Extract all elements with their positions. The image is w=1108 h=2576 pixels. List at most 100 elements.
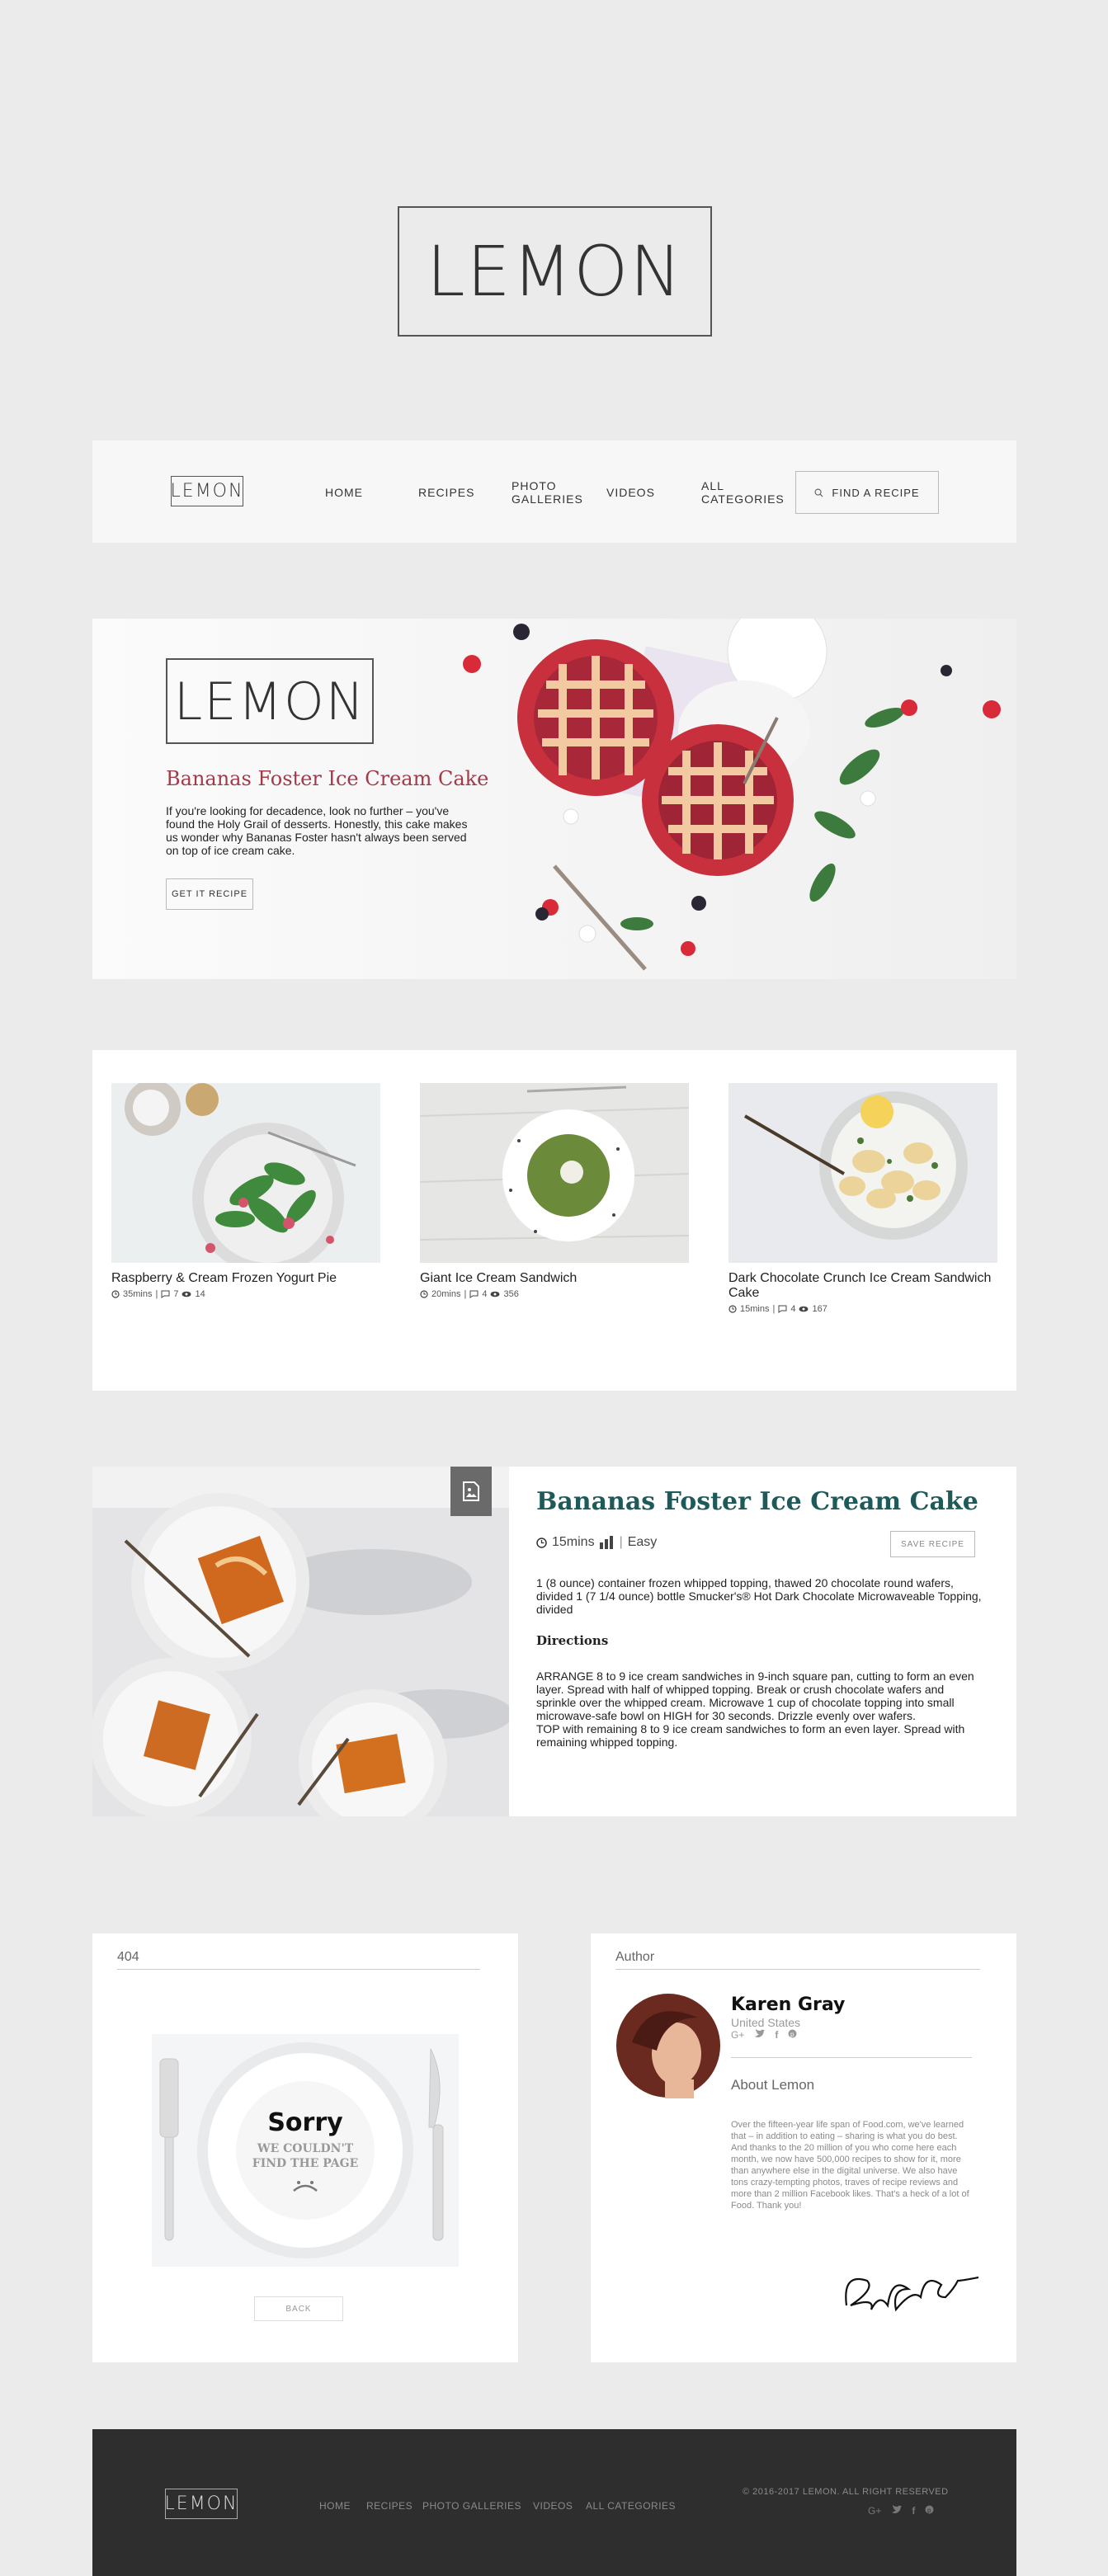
clock-icon xyxy=(536,1537,547,1548)
recipe-card[interactable]: Giant Ice Cream Sandwich 20mins | 4 356 xyxy=(420,1083,689,1299)
clock-icon xyxy=(728,1305,737,1313)
divider xyxy=(117,1969,480,1970)
svg-text:p: p xyxy=(927,2507,931,2514)
twitter-icon[interactable] xyxy=(754,2029,766,2038)
sorry-heading: Sorry xyxy=(267,2108,343,2137)
card-comments: 4 xyxy=(482,1289,488,1299)
about-text: Over the fifteen-year life span of Food.… xyxy=(731,2120,969,2211)
card-time: 20mins xyxy=(431,1289,461,1299)
nav-label: GALLERIES xyxy=(512,492,583,506)
divider xyxy=(731,2057,972,2058)
nav-label: ALL xyxy=(701,479,724,492)
search-label: FIND A RECIPE xyxy=(832,486,920,499)
banner-title: Bananas Foster Ice Cream Cake xyxy=(166,767,489,790)
google-plus-icon[interactable]: G+ xyxy=(868,2505,881,2517)
recipe-difficulty: Easy xyxy=(627,1535,658,1549)
panel-label: 404 xyxy=(117,1950,139,1964)
footer-link-recipes[interactable]: RECIPES xyxy=(366,2500,413,2512)
card-title[interactable]: Dark Chocolate Crunch Ice Cream Sandwich… xyxy=(728,1271,997,1301)
error-404-panel: 404 Sorry WE COULDN'T FIND THE PAGE BACK xyxy=(92,1933,518,2362)
gallery-button[interactable] xyxy=(450,1467,492,1516)
card-views: 356 xyxy=(503,1289,519,1299)
divider xyxy=(615,1969,980,1970)
facebook-icon[interactable]: f xyxy=(775,2029,778,2041)
logo-text: LEMON xyxy=(173,671,366,732)
recipe-time: 15mins xyxy=(552,1535,595,1549)
logo-text: LEMON xyxy=(170,481,244,502)
card-image[interactable] xyxy=(111,1083,380,1263)
comment-icon xyxy=(469,1290,479,1298)
pinterest-icon[interactable]: p xyxy=(788,2029,797,2038)
facebook-icon[interactable]: f xyxy=(912,2505,915,2517)
clock-icon xyxy=(420,1290,428,1298)
svg-text:p: p xyxy=(790,2031,794,2038)
card-meta: 15mins | 4 167 xyxy=(728,1304,997,1314)
nav-label: PHOTO xyxy=(512,479,557,492)
recipe-cards-section: Raspberry & Cream Frozen Yogurt Pie 35mi… xyxy=(92,1050,1016,1391)
author-panel: Author Karen Gray United States G+ f p A… xyxy=(591,1933,1016,2362)
card-title[interactable]: Raspberry & Cream Frozen Yogurt Pie xyxy=(111,1271,380,1286)
footer-logo[interactable]: LEMON xyxy=(165,2489,238,2519)
directions-step: ARRANGE 8 to 9 ice cream sandwiches in 9… xyxy=(536,1669,974,1722)
recipe-photo xyxy=(92,1467,509,1816)
author-social: G+ f p xyxy=(731,2029,797,2041)
comment-icon xyxy=(778,1305,787,1313)
footer-link-videos[interactable]: VIDEOS xyxy=(533,2500,573,2512)
error-message: WE COULDN'T FIND THE PAGE xyxy=(185,2141,426,2171)
find-recipe-button[interactable]: FIND A RECIPE xyxy=(795,471,939,514)
about-heading: About Lemon xyxy=(731,2077,815,2093)
footer-social: G+ f p xyxy=(868,2505,934,2517)
logo-text: LEMON xyxy=(426,231,684,312)
back-button[interactable]: BACK xyxy=(254,2296,343,2321)
get-recipe-button[interactable]: GET IT RECIPE xyxy=(166,878,253,910)
recipe-title: Bananas Foster Ice Cream Cake xyxy=(536,1487,978,1516)
card-image[interactable] xyxy=(728,1083,997,1263)
nav-item-photo-galleries[interactable]: PHOTO GALLERIES xyxy=(512,479,583,506)
card-comments: 4 xyxy=(790,1304,796,1314)
image-icon xyxy=(463,1481,479,1501)
footer-link-all-categories[interactable]: ALL CATEGORIES xyxy=(586,2500,676,2512)
card-title[interactable]: Giant Ice Cream Sandwich xyxy=(420,1271,689,1286)
footer-link-photo-galleries[interactable]: PHOTO GALLERIES xyxy=(422,2500,521,2512)
banner-text: If you're looking for decadence, look no… xyxy=(166,804,468,857)
logo-text: LEMON xyxy=(164,2494,238,2514)
author-signature xyxy=(845,2276,978,2312)
nav-item-recipes[interactable]: RECIPES xyxy=(418,486,474,499)
directions-step: TOP with remaining 8 to 9 ice cream sand… xyxy=(536,1722,965,1749)
nav-item-all-categories[interactable]: ALL CATEGORIES xyxy=(701,479,785,506)
recipe-ingredients: 1 (8 ounce) container frozen whipped top… xyxy=(536,1576,982,1616)
author-country: United States xyxy=(731,2016,801,2029)
recipe-card[interactable]: Raspberry & Cream Frozen Yogurt Pie 35mi… xyxy=(111,1083,380,1299)
card-views: 14 xyxy=(195,1289,205,1299)
recipe-meta: 15mins | Easy xyxy=(536,1535,657,1550)
card-time: 35mins xyxy=(123,1289,153,1299)
nav-logo[interactable]: LEMON xyxy=(171,476,243,506)
eye-icon xyxy=(182,1291,191,1297)
twitter-icon[interactable] xyxy=(891,2505,903,2514)
error-line: WE COULDN'T xyxy=(257,2142,354,2155)
nav-item-home[interactable]: HOME xyxy=(325,486,363,499)
google-plus-icon[interactable]: G+ xyxy=(731,2029,744,2041)
save-recipe-button[interactable]: SAVE RECIPE xyxy=(890,1531,975,1557)
pinterest-icon[interactable]: p xyxy=(925,2505,934,2514)
error-line: FIND THE PAGE xyxy=(252,2157,359,2170)
hero-banner: LEMON Bananas Foster Ice Cream Cake If y… xyxy=(92,619,1016,979)
banner-logo: LEMON xyxy=(166,658,374,744)
card-time: 15mins xyxy=(740,1304,770,1314)
hero-logo: LEMON xyxy=(398,206,712,337)
directions-heading: Directions xyxy=(536,1633,609,1648)
card-image[interactable] xyxy=(420,1083,689,1263)
avatar xyxy=(616,1994,720,2098)
navbar: LEMON HOME RECIPES PHOTO GALLERIES VIDEOS… xyxy=(92,440,1016,543)
nav-item-videos[interactable]: VIDEOS xyxy=(606,486,655,499)
card-comments: 7 xyxy=(173,1289,179,1299)
recipe-detail: Bananas Foster Ice Cream Cake 15mins | E… xyxy=(92,1467,1016,1816)
card-meta: 20mins | 4 356 xyxy=(420,1289,689,1299)
eye-icon xyxy=(799,1306,809,1312)
nav-label: CATEGORIES xyxy=(701,492,785,506)
recipe-card[interactable]: Dark Chocolate Crunch Ice Cream Sandwich… xyxy=(728,1083,997,1314)
footer-link-home[interactable]: HOME xyxy=(319,2500,351,2512)
difficulty-bars-icon xyxy=(599,1536,613,1549)
eye-icon xyxy=(490,1291,500,1297)
author-name: Karen Gray xyxy=(731,1994,846,2015)
